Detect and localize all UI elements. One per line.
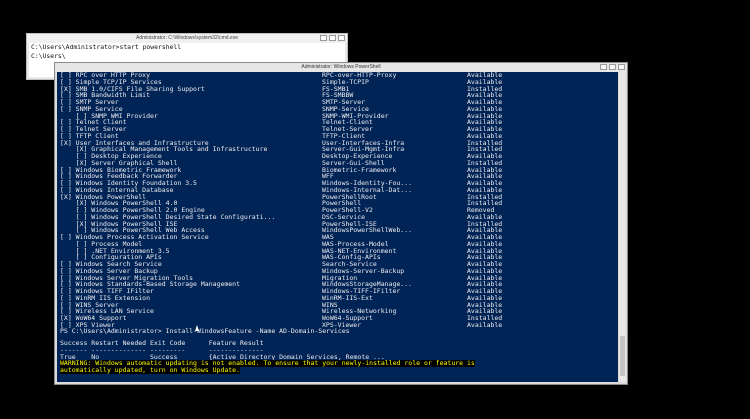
cmd-title: Administrator: C:\Windows\system32\cmd.e… [136, 35, 238, 41]
feature-name: WindowsPowerShellWeb... [322, 226, 413, 235]
minimize-icon[interactable] [320, 35, 327, 41]
maximize-icon[interactable] [329, 35, 336, 41]
powershell-title: Administrator: Windows PowerShell [301, 64, 381, 70]
powershell-window[interactable]: Administrator: Windows PowerShell [ ] RP… [54, 62, 628, 385]
powershell-window-controls [600, 64, 625, 70]
maximize-icon[interactable] [609, 64, 616, 70]
close-icon[interactable] [338, 35, 345, 41]
feature-install-state: Available [467, 320, 503, 329]
close-icon[interactable] [618, 64, 625, 70]
powershell-console[interactable]: [ ] RPC over HTTP Proxy RPC-over-HTTP-Pro… [57, 72, 618, 382]
vertical-scrollbar[interactable] [619, 72, 626, 382]
cmd-title-bar[interactable]: Administrator: C:\Windows\system32\cmd.e… [27, 34, 347, 43]
minimize-icon[interactable] [600, 64, 607, 70]
cmd-line: C:\Users\ [31, 52, 66, 60]
warning-line: automatically updated, turn on Windows U… [60, 366, 241, 374]
cmd-window-controls [320, 35, 345, 41]
powershell-title-bar[interactable]: Administrator: Windows PowerShell [55, 63, 627, 72]
cmd-line: C:\Users\Administrator>start powershell [31, 43, 182, 51]
command-line: PS C:\Users\Administrator> Install-Windo… [60, 327, 350, 335]
mouse-cursor-icon [195, 325, 199, 331]
scrollbar-thumb[interactable] [620, 336, 625, 376]
